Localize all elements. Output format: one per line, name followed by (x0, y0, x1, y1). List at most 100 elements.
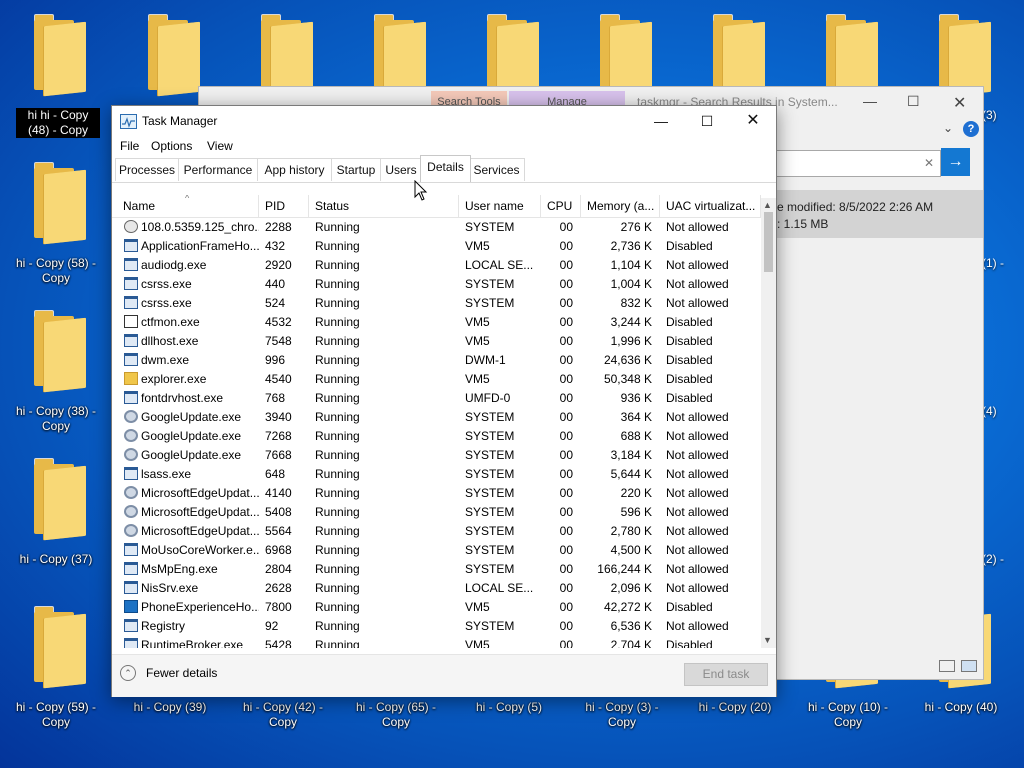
table-row[interactable]: csrss.exe 440 Running SYSTEM 00 1,004 K Not al… (112, 275, 761, 294)
table-row[interactable]: ApplicationFrameHo... 432 Running VM5 00 2,73… (112, 237, 761, 256)
end-task-button[interactable]: End task (684, 663, 768, 686)
table-row[interactable]: audiodg.exe 2920 Running LOCAL SE... 00 1,104… (112, 256, 761, 275)
table-row[interactable]: RuntimeBroker.exe 5428 Running VM5 00 2,704 K… (112, 636, 761, 648)
desktop-folder-label: hi hi - Copy (48) - Copy (16, 108, 100, 138)
table-row[interactable]: MsMpEng.exe 2804 Running SYSTEM 00 166,244 K N… (112, 560, 761, 579)
explorer-close-button[interactable]: ✕ (953, 93, 966, 113)
folder-icon (34, 458, 88, 541)
table-row[interactable]: Registry 92 Running SYSTEM 00 6,536 K Not allo… (112, 617, 761, 636)
column-header-pid[interactable]: PID (259, 195, 309, 217)
cell-name: MoUsoCoreWorker.e... (117, 541, 259, 560)
column-header-user-name[interactable]: User name (459, 195, 541, 217)
table-row[interactable]: MoUsoCoreWorker.e... 6968 Running SYSTEM 00 4… (112, 541, 761, 560)
folder-icon (34, 162, 88, 245)
table-row[interactable]: explorer.exe 4540 Running VM5 00 50,348 K Disa… (112, 370, 761, 389)
cell-uac: Disabled (666, 638, 713, 648)
cell-status: Running (315, 410, 360, 424)
process-icon (124, 562, 138, 575)
cell-pid: 7548 (265, 334, 292, 348)
desktop-folder-label: hi - Copy (59) - Copy (15, 700, 97, 729)
explorer-minimize-button[interactable]: — (863, 93, 877, 109)
table-row[interactable]: PhoneExperienceHo... 7800 Running VM5 00 42,2… (112, 598, 761, 617)
table-row[interactable]: MicrosoftEdgeUpdat... 5408 Running SYSTEM 00… (112, 503, 761, 522)
column-header-name[interactable]: Name ^ (117, 195, 259, 217)
close-button[interactable]: ✕ (730, 106, 776, 136)
ribbon-chevron-icon[interactable]: ⌄ (943, 121, 953, 135)
table-row[interactable]: dllhost.exe 7548 Running VM5 00 1,996 K Disabl… (112, 332, 761, 351)
scroll-up-arrow-icon[interactable]: ▲ (763, 200, 772, 210)
cell-user: SYSTEM (465, 562, 515, 576)
cell-cpu: 00 (559, 239, 573, 253)
column-header-cpu[interactable]: CPU (541, 195, 581, 217)
folder-icon (148, 14, 202, 97)
cell-pid: 3940 (265, 410, 292, 424)
table-row[interactable]: MicrosoftEdgeUpdat... 4140 Running SYSTEM 00… (112, 484, 761, 503)
tab-app-history[interactable]: App history (257, 158, 332, 181)
file-details-pane: e modified: 8/5/2022 2:26 AM : 1.15 MB (777, 190, 983, 238)
menu-view[interactable]: View (207, 139, 233, 153)
table-row[interactable]: fontdrvhost.exe 768 Running UMFD-0 00 936 K Di… (112, 389, 761, 408)
footer-bar: ⌃ Fewer details End task (112, 654, 776, 697)
cell-status: Running (315, 524, 360, 538)
process-icon (124, 467, 138, 480)
tab-startup[interactable]: Startup (331, 158, 381, 181)
table-row[interactable]: GoogleUpdate.exe 3940 Running SYSTEM 00 364 K… (112, 408, 761, 427)
column-header-status[interactable]: Status (309, 195, 459, 217)
clear-search-icon[interactable]: ✕ (924, 156, 934, 170)
column-header-uac[interactable]: UAC virtualizat... (660, 195, 761, 217)
process-name: MoUsoCoreWorker.e... (141, 543, 259, 557)
cell-name: MicrosoftEdgeUpdat... (117, 484, 259, 503)
cell-user: SYSTEM (465, 619, 515, 633)
menu-file[interactable]: File (120, 139, 139, 153)
cell-uac: Not allowed (666, 296, 729, 310)
cell-name: PhoneExperienceHo... (117, 598, 259, 617)
table-row[interactable]: GoogleUpdate.exe 7668 Running SYSTEM 00 3,184… (112, 446, 761, 465)
search-go-button[interactable]: → (941, 148, 970, 176)
table-row[interactable]: csrss.exe 524 Running SYSTEM 00 832 K Not allo… (112, 294, 761, 313)
cell-name: lsass.exe (117, 465, 259, 484)
tab-services[interactable]: Services (468, 158, 525, 181)
table-row[interactable]: lsass.exe 648 Running SYSTEM 00 5,644 K Not al… (112, 465, 761, 484)
table-row[interactable]: 108.0.5359.125_chro... 2288 Running SYSTEM 0… (112, 218, 761, 237)
cell-uac: Disabled (666, 334, 713, 348)
vertical-scrollbar[interactable]: ▲ ▼ (761, 198, 776, 648)
search-input[interactable]: ✕ (769, 150, 941, 177)
scrollbar-thumb[interactable] (764, 212, 773, 272)
task-manager-window[interactable]: Task Manager — ☐ ✕ File Options View Pro… (111, 105, 777, 697)
process-icon (124, 277, 138, 290)
explorer-maximize-button[interactable]: ☐ (907, 93, 920, 110)
table-row[interactable]: MicrosoftEdgeUpdat... 5564 Running SYSTEM 00… (112, 522, 761, 541)
process-name: Registry (141, 619, 186, 633)
cell-memory: 364 K (620, 410, 652, 424)
cell-name: explorer.exe (117, 370, 259, 389)
table-row[interactable]: ctfmon.exe 4532 Running VM5 00 3,244 K Disable… (112, 313, 761, 332)
large-icons-view-icon[interactable] (961, 660, 977, 672)
cell-user: UMFD-0 (465, 391, 511, 405)
scroll-down-arrow-icon[interactable]: ▼ (763, 635, 772, 645)
cell-memory: 42,272 K (603, 600, 652, 614)
cell-cpu: 00 (559, 505, 573, 519)
minimize-button[interactable]: — (638, 106, 684, 136)
tab-details[interactable]: Details (420, 155, 471, 182)
folder-icon (34, 606, 88, 689)
title-bar[interactable]: Task Manager — ☐ ✕ (112, 106, 776, 136)
process-icon (124, 486, 138, 499)
tab-performance[interactable]: Performance (178, 158, 258, 181)
details-view-icon[interactable] (939, 660, 955, 672)
table-row[interactable]: NisSrv.exe 2628 Running LOCAL SE... 00 2,096 … (112, 579, 761, 598)
tab-users[interactable]: Users (380, 158, 422, 181)
help-icon[interactable]: ? (963, 121, 979, 137)
table-row[interactable]: dwm.exe 996 Running DWM-1 00 24,636 K Disabled (112, 351, 761, 370)
fewer-details-link[interactable]: Fewer details (146, 666, 217, 680)
process-name: explorer.exe (141, 372, 207, 386)
cell-user: SYSTEM (465, 505, 515, 519)
menu-options[interactable]: Options (151, 139, 192, 153)
column-header-memory[interactable]: Memory (a... (581, 195, 660, 217)
maximize-button[interactable]: ☐ (684, 106, 730, 136)
folder-icon (487, 14, 541, 97)
desktop-folder-label: hi - Copy (58) - Copy (15, 256, 97, 285)
tab-processes[interactable]: Processes (115, 158, 179, 181)
chevron-up-icon[interactable]: ⌃ (120, 665, 136, 681)
table-row[interactable]: GoogleUpdate.exe 7268 Running SYSTEM 00 688 K… (112, 427, 761, 446)
process-list[interactable]: 108.0.5359.125_chro... 2288 Running SYSTEM 0… (112, 218, 761, 648)
